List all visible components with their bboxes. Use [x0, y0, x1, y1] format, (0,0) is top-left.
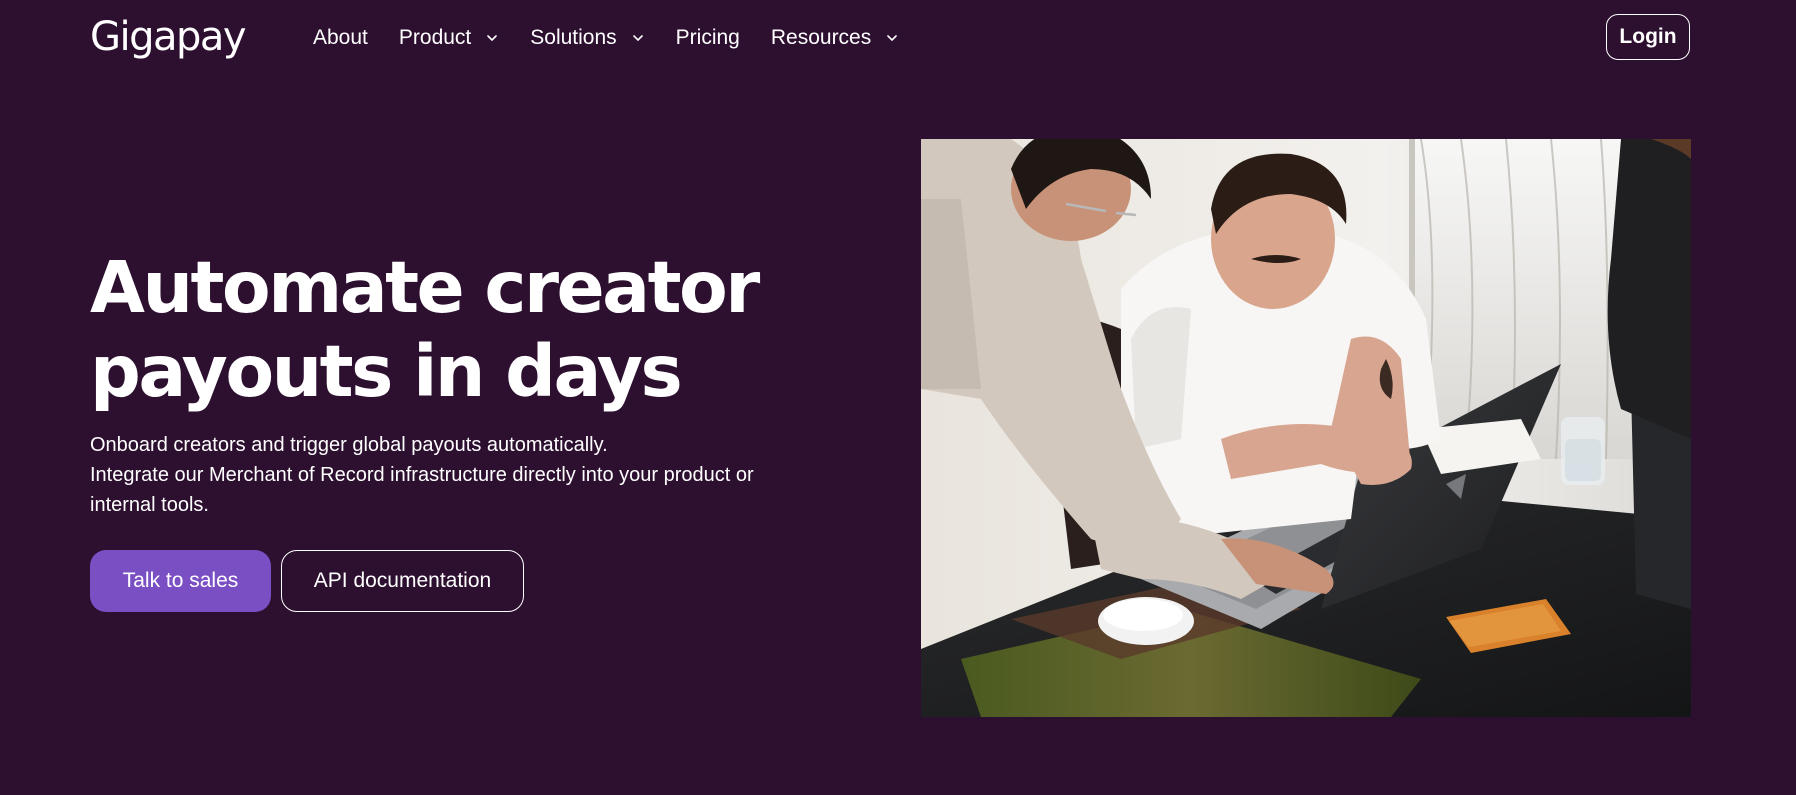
nav-item-label: About: [313, 26, 368, 49]
nav-item-about[interactable]: About: [313, 26, 368, 50]
hero-subtitle: Onboard creators and trigger global payo…: [90, 430, 850, 520]
chevron-down-icon: [887, 35, 898, 41]
hero-cta-group: Talk to sales API documentation: [90, 550, 524, 612]
hero-title-line: payouts in days: [90, 330, 683, 413]
hero-subtitle-line: Integrate our Merchant of Record infrast…: [90, 464, 754, 486]
gigapay-logo[interactable]: Gigapay: [90, 12, 247, 62]
hero-photo: [921, 139, 1691, 717]
hero-title: Automate creator payouts in days: [90, 246, 850, 414]
nav-item-label: Pricing: [675, 26, 740, 49]
nav-item-pricing[interactable]: Pricing: [676, 26, 740, 50]
main-nav: About Product Solutions Pricing Resource…: [313, 20, 930, 56]
api-documentation-button[interactable]: API documentation: [281, 550, 524, 612]
nav-item-label: Resources: [770, 26, 872, 49]
nav-item-label: Product: [398, 26, 472, 49]
hero-subtitle-line: Onboard creators and trigger global payo…: [90, 434, 608, 456]
login-button[interactable]: Login: [1606, 14, 1690, 60]
hero-title-line: Automate creator: [90, 246, 760, 329]
nav-item-solutions[interactable]: Solutions: [530, 26, 644, 50]
chevron-down-icon: [487, 35, 498, 41]
nav-item-product[interactable]: Product: [399, 26, 499, 50]
hero-subtitle-line: internal tools.: [90, 494, 209, 516]
nav-item-resources[interactable]: Resources: [771, 26, 899, 50]
nav-item-label: Solutions: [530, 26, 617, 49]
talk-to-sales-button[interactable]: Talk to sales: [90, 550, 271, 612]
chevron-down-icon: [632, 35, 643, 41]
page: Gigapay About Product Solutions Pricing …: [0, 0, 1796, 795]
